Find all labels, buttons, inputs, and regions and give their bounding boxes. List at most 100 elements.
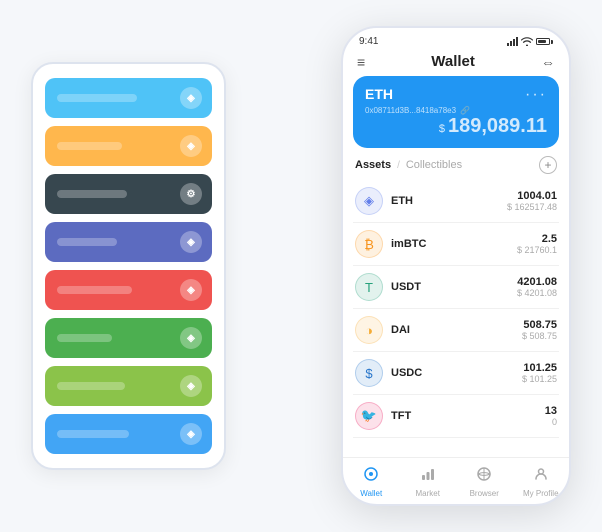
eth-card-address: 0x08711d3B...8418a78e3 🔗 xyxy=(365,106,547,115)
table-row[interactable]: ₿ imBTC2.5$ 21760.1 xyxy=(353,223,559,266)
asset-main-amount: 13 xyxy=(545,405,557,417)
assets-header: Assets / Collectibles + xyxy=(343,156,569,180)
card-label-4 xyxy=(57,286,132,294)
card-label-2 xyxy=(57,190,127,198)
wifi-icon xyxy=(521,37,533,46)
asset-amounts-tft: 130 xyxy=(545,405,557,427)
asset-main-amount: 101.25 xyxy=(522,362,557,374)
asset-icon-tft: 🐦 xyxy=(355,402,383,430)
card-label-0 xyxy=(57,94,137,102)
asset-name-tft: TFT xyxy=(391,410,545,422)
asset-name-usdc: USDC xyxy=(391,367,522,379)
card-stack-item-2[interactable]: ⚙ xyxy=(45,174,212,214)
tab-assets[interactable]: Assets xyxy=(355,159,391,171)
page-title: Wallet xyxy=(431,53,475,70)
asset-name-eth: ETH xyxy=(391,195,507,207)
nav-item-browser[interactable]: Browser xyxy=(456,466,513,498)
nav-icon-browser xyxy=(476,466,492,487)
card-stack-item-1[interactable]: ◈ xyxy=(45,126,212,166)
signal-bars-icon xyxy=(507,37,518,46)
card-label-3 xyxy=(57,238,117,246)
card-label-5 xyxy=(57,334,112,342)
asset-usd-amount: $ 4201.08 xyxy=(517,288,557,298)
card-stack-item-6[interactable]: ◈ xyxy=(45,366,212,406)
asset-name-imbtc: imBTC xyxy=(391,238,517,250)
table-row[interactable]: 🐦 TFT130 xyxy=(353,395,559,438)
scene: ◈ ◈ ⚙ ◈ ◈ ◈ ◈ ◈ 9:41 xyxy=(11,11,591,521)
nav-item-my-profile[interactable]: My Profile xyxy=(513,466,570,498)
card-stack-item-4[interactable]: ◈ xyxy=(45,270,212,310)
expand-icon[interactable]: ⇔ xyxy=(541,54,555,70)
asset-name-dai: DAI xyxy=(391,324,522,336)
assets-tabs: Assets / Collectibles xyxy=(355,159,462,171)
add-asset-icon[interactable]: + xyxy=(539,156,557,174)
asset-amounts-usdc: 101.25$ 101.25 xyxy=(522,362,557,384)
asset-main-amount: 508.75 xyxy=(522,319,557,331)
asset-main-amount: 4201.08 xyxy=(517,276,557,288)
asset-icon-6: ◈ xyxy=(180,327,202,349)
asset-icon-8: ◈ xyxy=(180,423,202,445)
table-row[interactable]: T USDT4201.08$ 4201.08 xyxy=(353,266,559,309)
tab-collectibles[interactable]: Collectibles xyxy=(406,159,462,171)
status-bar: 9:41 xyxy=(343,28,569,51)
asset-icon-1: ◈ xyxy=(180,87,202,109)
tab-divider: / xyxy=(397,160,400,171)
nav-item-wallet[interactable]: Wallet xyxy=(343,466,400,498)
card-stack: ◈ ◈ ⚙ ◈ ◈ ◈ ◈ ◈ xyxy=(31,62,226,470)
asset-amounts-dai: 508.75$ 508.75 xyxy=(522,319,557,341)
asset-icon-3: ⚙ xyxy=(180,183,202,205)
eth-card-more-icon[interactable]: ··· xyxy=(525,86,547,104)
table-row[interactable]: ◈ ETH1004.01$ 162517.48 xyxy=(353,180,559,223)
asset-icon-2: ◈ xyxy=(180,135,202,157)
asset-usd-amount: $ 508.75 xyxy=(522,331,557,341)
card-label-6 xyxy=(57,382,125,390)
time: 9:41 xyxy=(359,36,378,47)
eth-card-top: ETH ··· xyxy=(365,86,547,104)
asset-icon-7: ◈ xyxy=(180,375,202,397)
asset-icon-usdc: $ xyxy=(355,359,383,387)
asset-usd-amount: $ 162517.48 xyxy=(507,202,557,212)
card-label-7 xyxy=(57,430,129,438)
menu-icon[interactable]: ≡ xyxy=(357,54,365,70)
asset-usd-amount: $ 101.25 xyxy=(522,374,557,384)
card-stack-item-7[interactable]: ◈ xyxy=(45,414,212,454)
asset-list: ◈ ETH1004.01$ 162517.48 ₿ imBTC2.5$ 21760.1… xyxy=(343,180,569,457)
eth-card[interactable]: ETH ··· 0x08711d3B...8418a78e3 🔗 $ 189,0… xyxy=(353,76,559,148)
phone-header: ≡ Wallet ⇔ xyxy=(343,51,569,76)
asset-usd-amount: 0 xyxy=(545,417,557,427)
asset-amounts-imbtc: 2.5$ 21760.1 xyxy=(517,233,557,255)
asset-icon-imbtc: ₿ xyxy=(355,230,383,258)
status-icons xyxy=(507,37,553,46)
nav-label-browser: Browser xyxy=(470,489,499,498)
phone: 9:41 xyxy=(341,26,571,506)
asset-icon-4: ◈ xyxy=(180,231,202,253)
asset-icon-usdt: T xyxy=(355,273,383,301)
nav-icon-market xyxy=(420,466,436,487)
table-row[interactable]: $ USDC101.25$ 101.25 xyxy=(353,352,559,395)
card-label-1 xyxy=(57,142,122,150)
asset-main-amount: 1004.01 xyxy=(507,190,557,202)
nav-icon-wallet xyxy=(363,466,379,487)
asset-name-usdt: USDT xyxy=(391,281,517,293)
card-stack-item-0[interactable]: ◈ xyxy=(45,78,212,118)
asset-amounts-usdt: 4201.08$ 4201.08 xyxy=(517,276,557,298)
nav-label-wallet: Wallet xyxy=(360,489,382,498)
asset-icon-dai: ◑ xyxy=(355,316,383,344)
nav-item-market[interactable]: Market xyxy=(400,466,457,498)
asset-usd-amount: $ 21760.1 xyxy=(517,245,557,255)
eth-card-name: ETH xyxy=(365,86,393,102)
nav-label-market: Market xyxy=(416,489,440,498)
asset-icon-eth: ◈ xyxy=(355,187,383,215)
battery-icon xyxy=(536,38,553,45)
eth-card-balance-label: $ 189,089.11 xyxy=(365,115,547,138)
card-stack-item-3[interactable]: ◈ xyxy=(45,222,212,262)
eth-balance-amount: $ 189,089.11 xyxy=(439,123,547,135)
table-row[interactable]: ◑ DAI508.75$ 508.75 xyxy=(353,309,559,352)
nav-icon-my-profile xyxy=(533,466,549,487)
nav-label-my-profile: My Profile xyxy=(523,489,559,498)
asset-main-amount: 2.5 xyxy=(517,233,557,245)
card-stack-item-5[interactable]: ◈ xyxy=(45,318,212,358)
asset-icon-5: ◈ xyxy=(180,279,202,301)
asset-amounts-eth: 1004.01$ 162517.48 xyxy=(507,190,557,212)
bottom-nav: Wallet Market Browser My Profile xyxy=(343,457,569,504)
